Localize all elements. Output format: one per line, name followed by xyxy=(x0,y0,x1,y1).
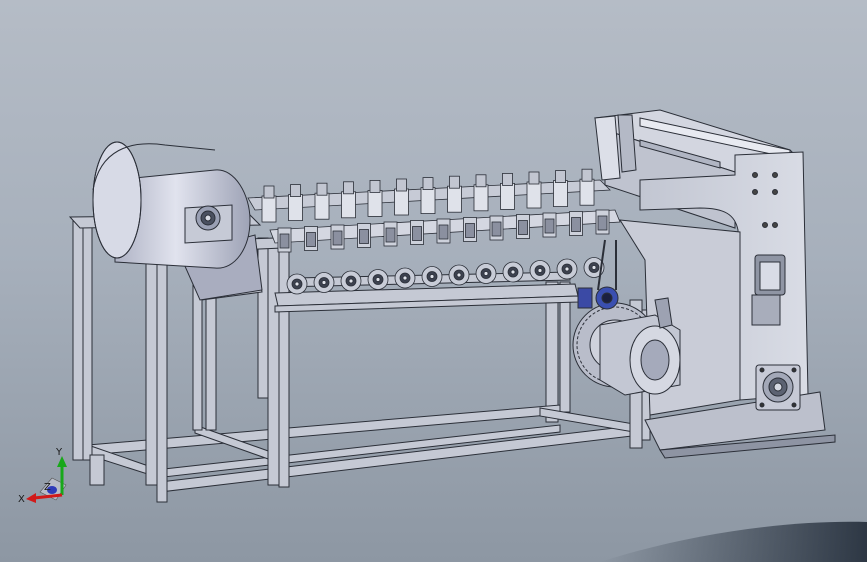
roller-axle xyxy=(564,266,570,272)
supply-roll xyxy=(92,141,263,301)
knife-spring xyxy=(279,233,290,249)
knife-holder-back xyxy=(288,194,303,222)
roller-axle xyxy=(402,275,408,281)
knife-holder-back xyxy=(367,189,383,217)
roller-axle xyxy=(537,268,543,273)
roller-axle xyxy=(375,277,381,282)
knife-spring xyxy=(597,215,608,231)
viewport-shade xyxy=(600,521,867,562)
bearing-block xyxy=(755,364,801,411)
x-axis-arrowhead xyxy=(26,493,36,503)
knife-holder-back xyxy=(500,182,515,210)
knife-holder-back xyxy=(579,178,595,206)
knife-holder-back xyxy=(394,188,409,216)
knife-blade xyxy=(528,171,540,185)
knife-blade xyxy=(396,178,407,192)
knife-spring xyxy=(544,218,555,234)
knife-blade xyxy=(581,168,593,182)
knife-holder-back xyxy=(473,184,489,212)
knife-blade xyxy=(316,182,328,196)
knife-holder-back xyxy=(447,185,462,213)
roller-axle xyxy=(456,272,462,278)
x-axis-label: X xyxy=(18,494,25,505)
knife-blade xyxy=(263,185,275,199)
cad-viewport[interactable]: Y X Z xyxy=(0,0,867,562)
knife-holder-back xyxy=(526,181,542,209)
coordinate-triad: Y X Z xyxy=(18,447,67,505)
roller-axle xyxy=(321,280,327,285)
knife-spring xyxy=(438,224,449,240)
knife-spring xyxy=(306,232,316,247)
knife-holder-back xyxy=(420,187,436,215)
knife-spring xyxy=(465,223,475,238)
knife-blade xyxy=(290,184,301,198)
knife-spring xyxy=(491,221,502,237)
knife-spring xyxy=(412,226,422,241)
knife-blade xyxy=(449,175,460,189)
roller-axle xyxy=(591,265,597,270)
knife-spring xyxy=(518,220,528,235)
roller-axle xyxy=(348,278,354,284)
roller-axle xyxy=(483,271,489,276)
knife-holders xyxy=(247,168,621,253)
roller-axle xyxy=(294,281,300,287)
machine-model[interactable]: Y X Z xyxy=(0,0,867,562)
knife-spring xyxy=(332,230,343,246)
knife-spring xyxy=(571,217,581,232)
y-axis-label: Y xyxy=(55,447,63,458)
knife-holder-back xyxy=(553,180,568,208)
knife-blade xyxy=(343,181,354,195)
z-axis-label: Z xyxy=(44,482,51,493)
knife-spring xyxy=(359,229,369,244)
knife-holder-back xyxy=(314,192,330,220)
roller-axle xyxy=(510,269,516,275)
knife-spring xyxy=(385,227,396,243)
roller-axle xyxy=(429,274,435,279)
knife-blade xyxy=(422,177,434,191)
knife-blade xyxy=(502,172,513,186)
knife-holder-back xyxy=(261,195,277,223)
knife-blade xyxy=(475,174,487,188)
knife-holder-back xyxy=(341,191,356,219)
knife-blade xyxy=(555,170,566,184)
knife-blade xyxy=(369,179,381,193)
